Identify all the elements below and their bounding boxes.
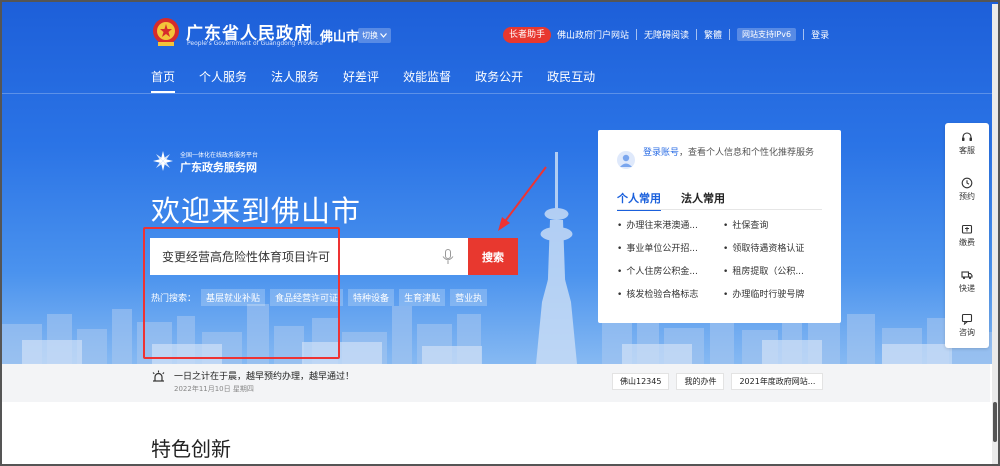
side-item-label: 预约 [959,192,975,201]
tab-personal[interactable]: 个人常用 [617,190,661,211]
chat-icon [961,313,973,325]
city-switch-label: 切换 [362,31,378,40]
side-item-appointment[interactable]: 预约 [945,177,989,202]
city-switch-button[interactable]: 切换 [358,28,391,43]
side-item-label: 客服 [959,146,975,155]
page-scrollbar[interactable] [992,4,998,464]
nav-item-public-affairs[interactable]: 政务公开 [475,68,523,93]
nav-item-corporate[interactable]: 法人服务 [271,68,319,93]
national-emblem-icon [153,18,179,46]
platform-name: 广东政务服务网 [180,161,257,174]
side-item-label: 快递 [959,284,975,293]
quick-link-12345[interactable]: 佛山12345 [612,373,670,390]
side-item-label: 缴费 [959,238,975,247]
top-link-traditional[interactable]: 繁體 [704,28,722,41]
side-item-payment[interactable]: 缴费 [945,223,989,248]
link-divider [803,29,805,40]
welcome-heading: 欢迎来到佛山市 [151,194,362,228]
service-link[interactable]: 办理往来港澳通... [617,218,723,231]
current-city: 佛山市 [320,30,360,45]
site-subtitle: People's Government of Guangdong Provinc… [187,40,323,47]
ipv6-badge: 网站支持IPv6 [737,28,797,41]
header-divider [310,24,311,44]
tab-corporate[interactable]: 法人常用 [681,190,725,211]
truck-icon [961,271,973,280]
service-platform-logo-icon [153,151,173,171]
notice-message: 一日之计在于晨，越早预约办理，越早通过！ [174,372,355,382]
service-link[interactable]: 个人住房公积金... [617,264,723,277]
wallet-icon [961,224,973,234]
platform-caption: 全国一体化在线政务服务平台 [180,152,259,159]
service-link[interactable]: 租房提取（公积... [723,264,829,277]
login-link[interactable]: 登录 [811,28,829,41]
service-tabs: 个人常用 法人常用 [617,190,725,211]
login-prompt: 登录账号，查看个人信息和个性化推荐服务 [643,146,828,160]
nav-item-personal[interactable]: 个人服务 [199,68,247,93]
search-button[interactable]: 搜索 [468,238,518,275]
top-links: 佛山政府门户网站 无障碍阅读 繁體 网站支持IPv6 登录 [557,28,829,41]
login-card: 登录账号，查看个人信息和个性化推荐服务 个人常用 法人常用 办理往来港澳通...… [598,130,841,323]
link-divider [696,29,698,40]
side-item-label: 咨询 [959,328,975,337]
headset-icon [962,132,972,141]
tab-divider [617,209,822,210]
clock-icon [961,177,973,189]
quick-link-my-cases[interactable]: 我的办件 [676,373,725,390]
top-link-portal[interactable]: 佛山政府门户网站 [557,28,629,41]
common-services-list: 办理往来港澳通... 社保查询 事业单位公开招... 领取待遇资格认证 个人住房… [617,218,832,300]
scrollbar-thumb[interactable] [993,402,997,442]
elder-helper-button[interactable]: 长者助手 [503,27,552,43]
hot-search-tag[interactable]: 生育津贴 [399,289,446,306]
link-divider [729,29,731,40]
service-link[interactable]: 社保查询 [723,218,829,231]
user-avatar-icon [617,151,635,169]
side-toolbar: 客服 预约 缴费 快递 咨询 [945,123,989,348]
annotation-highlight-box [143,227,340,359]
nav-item-rating[interactable]: 好差评 [343,68,379,93]
service-link[interactable]: 核发检验合格标志 [617,287,723,300]
service-link[interactable]: 领取待遇资格认证 [723,241,829,254]
section-title: 特色创新 [151,437,231,461]
nav-divider [2,93,998,94]
hot-search-tag[interactable]: 特种设备 [348,289,395,306]
login-prompt-text: ，查看个人信息和个性化推荐服务 [679,148,815,158]
top-link-accessibility[interactable]: 无障碍阅读 [644,28,689,41]
side-item-consult[interactable]: 咨询 [945,313,989,338]
quick-links: 佛山12345 我的办件 2021年度政府网站... [612,373,824,390]
tv-tower-illustration [536,152,577,364]
nav-item-supervision[interactable]: 效能监督 [403,68,451,93]
microphone-icon[interactable] [442,249,454,265]
notice-date: 2022年11月10日 星期四 [174,385,254,393]
nav-item-home[interactable]: 首页 [151,68,176,93]
nav-item-interaction[interactable]: 政民互动 [547,68,595,93]
service-link[interactable]: 事业单位公开招... [617,241,723,254]
chevron-down-icon [380,33,387,38]
hot-search-tag[interactable]: 营业执 [450,289,488,306]
announcement-icon [152,370,165,382]
login-account-link[interactable]: 登录账号 [643,148,679,158]
link-divider [636,29,638,40]
quick-link-annual-report[interactable]: 2021年度政府网站... [731,373,824,390]
side-item-service[interactable]: 客服 [945,131,989,156]
browser-viewport: 广东省人民政府 People's Government of Guangdong… [0,0,1000,466]
service-link[interactable]: 办理临时行驶号牌 [723,287,829,300]
side-item-express[interactable]: 快递 [945,269,989,294]
main-nav: 首页 个人服务 法人服务 好差评 效能监督 政务公开 政民互动 [151,68,595,93]
